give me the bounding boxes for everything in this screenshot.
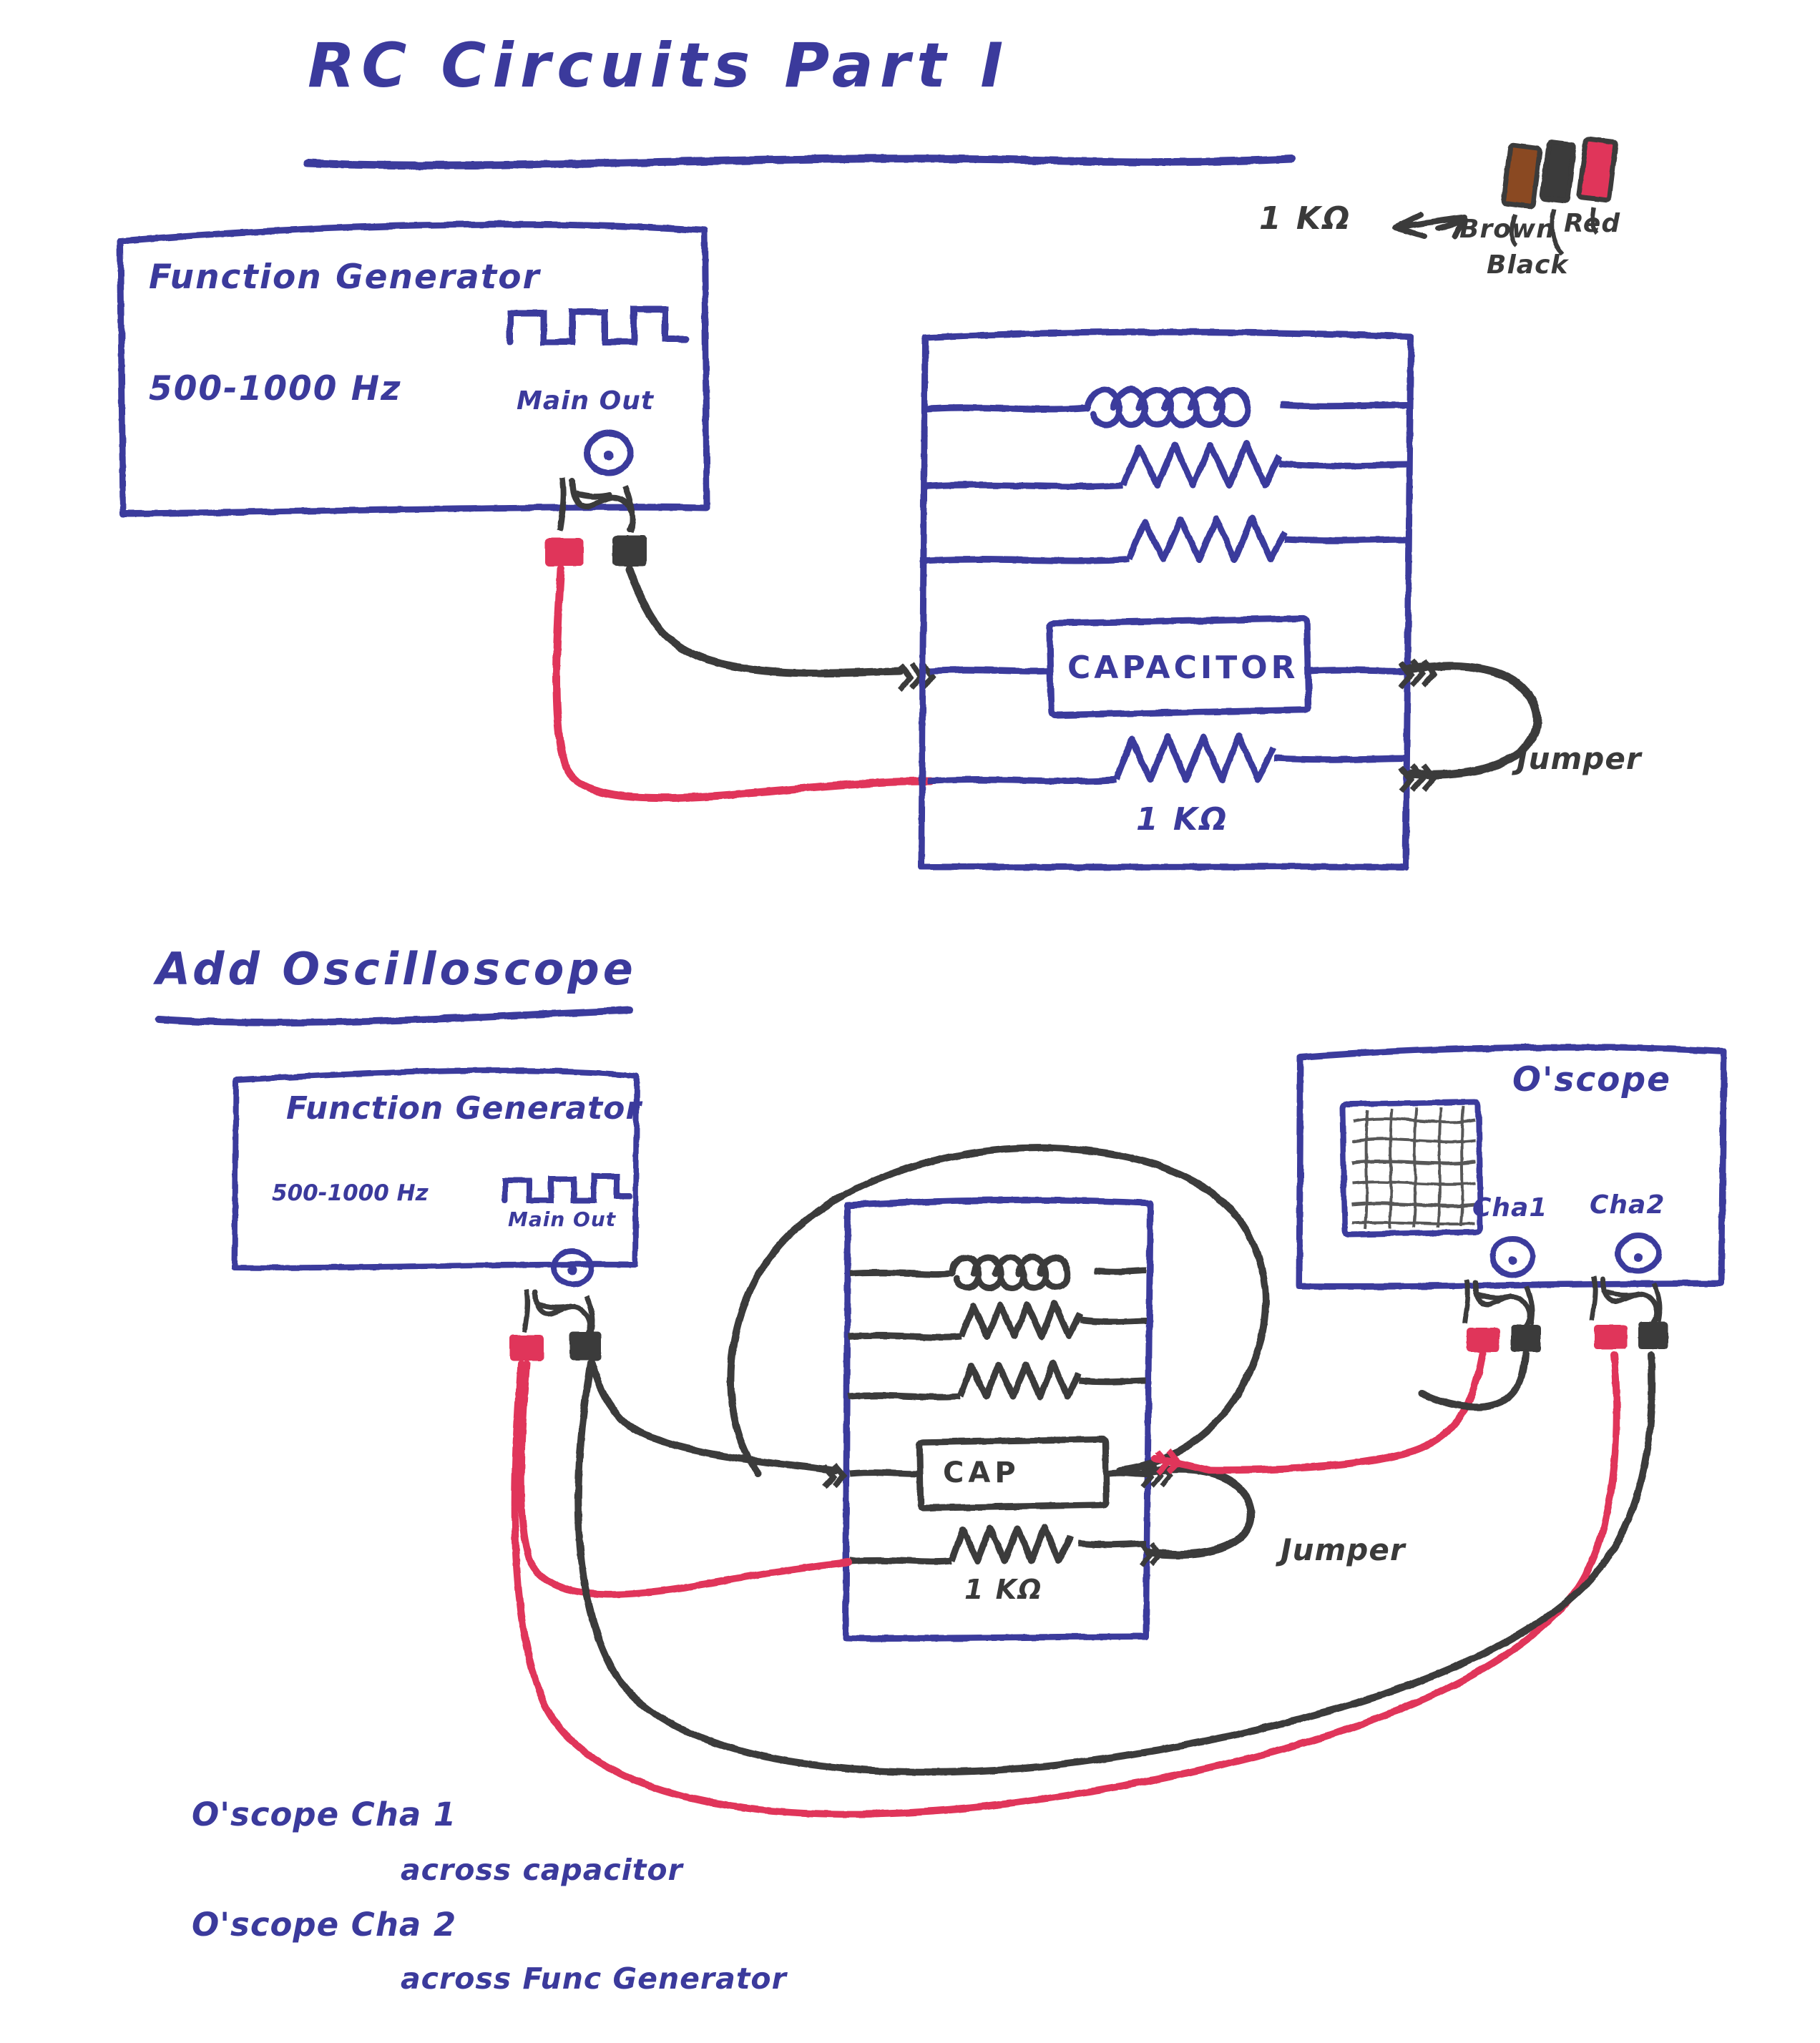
jumper-label-2: Jumper [1281, 1532, 1406, 1567]
resistor-zigzag-2b [957, 1360, 1082, 1400]
alligator-clip-black-1 [612, 535, 647, 567]
band-label-red: Red [1564, 209, 1621, 238]
breadboard-row2-resistor-b [848, 1392, 961, 1401]
oscilloscope-cha1-label: Cha1 [1472, 1193, 1548, 1223]
resistor-1k-label-2: 1 KΩ [964, 1574, 1043, 1605]
breadboard-panel-1 [918, 328, 1414, 871]
fg1-main-out-label: Main Out [517, 386, 655, 416]
breadboard-row-capacitor-1 [929, 667, 1052, 675]
alligator-clip-black-cha2 [1638, 1322, 1668, 1349]
oscilloscope-cha2-label: Cha2 [1590, 1190, 1665, 1220]
bnc-clip-wires-2 [532, 1289, 593, 1336]
breadboard-row2-capacitor [849, 1469, 922, 1477]
resistor-zigzag-1k-2 [948, 1523, 1074, 1564]
alligator-clip-black-cha1 [1511, 1325, 1541, 1352]
resistor-zigzag-1k-1 [1112, 732, 1277, 783]
resistor-zigzag-1b [1125, 514, 1288, 563]
square-wave-icon-2 [502, 1173, 632, 1203]
wire-red-fg-2 [517, 1360, 852, 1598]
oscilloscope-screen-grid [1351, 1105, 1476, 1230]
breadboard-row-inductor-1 [924, 404, 1088, 413]
inductor-coil-1 [1084, 386, 1251, 428]
clip-black-caprow-2 [821, 1463, 848, 1489]
square-wave-icon-1 [507, 305, 689, 346]
arrow-to-bands-icon [1392, 212, 1468, 239]
section-underline [155, 1006, 633, 1027]
breadboard-row-1k-1 [926, 776, 1117, 785]
oscilloscope-title: O'scope [1512, 1060, 1671, 1099]
wire-black-long-bottom [574, 1351, 1656, 1776]
note1-line2: across capacitor [401, 1853, 683, 1887]
fg1-title: Function Generator [149, 258, 541, 297]
drawing-layer [117, 136, 1728, 1818]
fg2-frequency: 500-1000 Hz [272, 1180, 429, 1206]
wire-red-1 [552, 565, 934, 803]
breadboard-row2-1k [849, 1557, 952, 1565]
resistor-1k-label-1: 1 KΩ [1136, 801, 1229, 838]
resistor-zigzag-1a [1120, 440, 1283, 489]
fg1-frequency: 500-1000 Hz [149, 369, 402, 408]
breadboard-row2-resistor-a [848, 1332, 962, 1341]
breadboard-row-resistor-1a [924, 481, 1124, 490]
alligator-clip-red-cha2 [1594, 1325, 1627, 1349]
alligator-clip-red-1 [545, 538, 584, 567]
fg2-main-out-label: Main Out [508, 1207, 617, 1231]
clip-spring-left-cap-1 [897, 662, 937, 692]
note2-line1: O'scope Cha 2 [192, 1906, 457, 1944]
alligator-clip-red-2 [509, 1335, 544, 1361]
jumper-label-1: Jumper [1517, 741, 1642, 776]
fg2-title: Function Generator [286, 1090, 642, 1127]
handdrawn-circuit-worksheet: RC Circuits Part I 1 KΩ Brown Red Black … [0, 0, 1820, 2043]
alligator-clip-red-cha1 [1467, 1328, 1499, 1352]
breadboard-row2-inductor [849, 1269, 952, 1278]
page-title: RC Circuits Part I [308, 30, 1010, 102]
capacitor-label-1: CAPACITOR [1067, 650, 1299, 686]
note2-line2: across Func Generator [401, 1961, 787, 1996]
breadboard-row-resistor-1b [921, 556, 1130, 564]
band-label-brown: Brown [1459, 215, 1555, 244]
resistor-value-label: 1 KΩ [1259, 200, 1352, 237]
alligator-clip-black-2 [569, 1332, 601, 1361]
band-label-black: Black [1487, 250, 1569, 280]
wire-black-fg-loop-2 [589, 1360, 839, 1474]
resistor-zigzag-2a [958, 1300, 1084, 1340]
capacitor-label-2: CAP [943, 1456, 1020, 1489]
note1-line1: O'scope Cha 1 [192, 1795, 457, 1833]
title-underline [303, 155, 1296, 170]
inductor-coil-2 [948, 1254, 1071, 1291]
section-heading: Add Oscilloscope [156, 943, 637, 995]
wire-black-1 [625, 565, 904, 677]
